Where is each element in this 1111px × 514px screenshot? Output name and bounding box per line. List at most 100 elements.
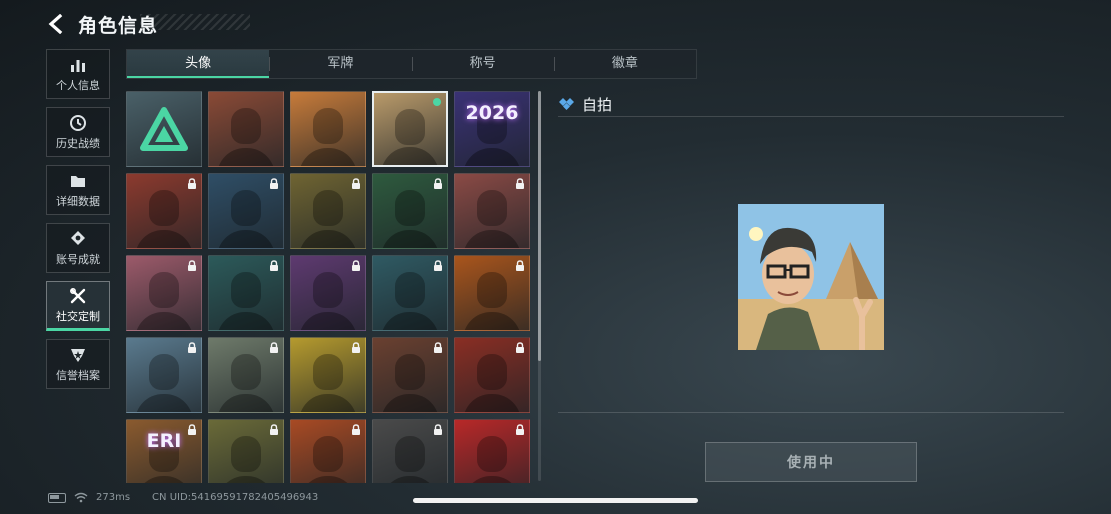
- portrait-head: [477, 190, 507, 226]
- back-arrow-icon[interactable]: [46, 14, 66, 34]
- portrait-body: [381, 312, 439, 330]
- sidebar-item-personal-info[interactable]: 个人信息: [46, 49, 110, 99]
- portrait-body: [217, 394, 275, 412]
- uid-text: CN UID:54169591782405496943: [152, 492, 319, 503]
- portrait-body: [299, 394, 357, 412]
- avatar-tile-soldiers-bw[interactable]: [372, 419, 448, 483]
- avatar-tile-landscape-heli[interactable]: [208, 337, 284, 413]
- portrait-head: [231, 108, 261, 144]
- tools-icon: [70, 287, 86, 303]
- tab-badge[interactable]: 徽章: [553, 50, 696, 78]
- portrait-body: [299, 230, 357, 248]
- sidebar-item-label: 账号成就: [56, 252, 100, 266]
- avatar-tile-operator-blue[interactable]: [208, 173, 284, 249]
- divider: [558, 412, 1064, 413]
- avatar-tile-operator-mask-teal[interactable]: [372, 255, 448, 331]
- page-title: 角色信息: [78, 14, 159, 37]
- portrait-head: [313, 354, 343, 390]
- portrait-body: [463, 312, 521, 330]
- portrait-body: [217, 230, 275, 248]
- lock-icon: [188, 424, 196, 435]
- lock-icon: [434, 424, 442, 435]
- portrait-head: [395, 190, 425, 226]
- home-indicator[interactable]: [413, 498, 698, 503]
- detail-title: 自拍: [582, 95, 613, 114]
- avatar-tile-operator-redhair[interactable]: [454, 337, 530, 413]
- clock-icon: [70, 114, 86, 131]
- shield-icon: [71, 348, 85, 362]
- portrait-head: [231, 190, 261, 226]
- portrait-head: [477, 272, 507, 308]
- avatar-tile-masked-reader[interactable]: [208, 91, 284, 167]
- avatar-tile-operator-purple[interactable]: [290, 255, 366, 331]
- sidebar-item-achievements[interactable]: 账号成就: [46, 223, 110, 273]
- lock-icon: [188, 260, 196, 271]
- tab-dog-tag[interactable]: 军牌: [269, 50, 411, 78]
- category-tabs: 头像 军牌 称号 徽章: [126, 49, 697, 79]
- avatar-tile-operator-orange[interactable]: [454, 255, 530, 331]
- portrait-body: [217, 476, 275, 483]
- avatar-tile-operator-olive[interactable]: [290, 173, 366, 249]
- scrollbar-thumb[interactable]: [538, 91, 541, 361]
- avatar-tile-default-logo[interactable]: [126, 91, 202, 167]
- portrait-body: [217, 148, 275, 166]
- portrait-head: [395, 354, 425, 390]
- lock-icon: [434, 178, 442, 189]
- lock-icon: [434, 260, 442, 271]
- tab-title[interactable]: 称号: [411, 50, 554, 78]
- folder-icon: [71, 175, 85, 187]
- avatar-tile-tent-emblem[interactable]: [372, 337, 448, 413]
- sidebar-item-detailed-data[interactable]: 详细数据: [46, 165, 110, 215]
- lock-icon: [352, 260, 360, 271]
- sidebar-item-match-history[interactable]: 历史战绩: [46, 107, 110, 157]
- lock-icon: [516, 342, 524, 353]
- avatar-grid: 2026 ERI: [126, 91, 534, 483]
- avatar-tile-selfie-pyramid[interactable]: [372, 91, 448, 167]
- avatar-tile-monkey-reader[interactable]: [290, 91, 366, 167]
- avatar-tile-fireworks-2026[interactable]: 2026: [454, 91, 530, 167]
- portrait-body: [299, 148, 357, 166]
- portrait-body: [381, 230, 439, 248]
- portrait-body: [135, 476, 193, 483]
- portrait-head: [231, 436, 261, 472]
- avatar-tile-red-shield[interactable]: [454, 419, 530, 483]
- portrait-body: [135, 394, 193, 412]
- grid-scrollbar[interactable]: [538, 91, 541, 481]
- lock-icon: [270, 260, 278, 271]
- sidebar-item-label: 详细数据: [56, 194, 100, 208]
- avatar-tile-eri-emblem[interactable]: ERI: [126, 419, 202, 483]
- portrait-head: [149, 354, 179, 390]
- lock-icon: [188, 178, 196, 189]
- detail-header: 自拍: [558, 92, 1064, 116]
- sidebar-item-label: 个人信息: [56, 78, 100, 92]
- bar-chart-icon: [71, 59, 85, 72]
- portrait-head: [395, 272, 425, 308]
- wifi-icon: [74, 492, 88, 503]
- avatar-tile-operator-red[interactable]: [126, 173, 202, 249]
- avatar-tile-glove-emblem[interactable]: [290, 337, 366, 413]
- use-button[interactable]: 使用中: [705, 442, 917, 482]
- portrait-body: [381, 147, 439, 165]
- tab-avatar[interactable]: 头像: [127, 50, 270, 78]
- portrait-head: [313, 272, 343, 308]
- portrait-head: [313, 108, 343, 144]
- sidebar-item-label: 社交定制: [56, 309, 100, 323]
- avatar-tile-explosion[interactable]: [290, 419, 366, 483]
- ping-value: 273ms: [96, 492, 131, 503]
- lock-icon: [270, 178, 278, 189]
- sidebar-item-reputation[interactable]: 信誉档案: [46, 339, 110, 389]
- avatar-tile-operator-pink[interactable]: [126, 255, 202, 331]
- lock-icon: [516, 178, 524, 189]
- portrait-head: [395, 109, 425, 145]
- sidebar-item-social-customization[interactable]: 社交定制: [46, 281, 110, 331]
- portrait-head: [477, 436, 507, 472]
- avatar-tile-operator-rose[interactable]: [454, 173, 530, 249]
- avatar-tile-star-emblem[interactable]: [126, 337, 202, 413]
- lock-icon: [352, 424, 360, 435]
- portrait-head: [395, 436, 425, 472]
- avatar-tile-operator-green[interactable]: [372, 173, 448, 249]
- in-use-indicator: [433, 98, 441, 106]
- avatar-tile-operator-teal[interactable]: [208, 255, 284, 331]
- avatar-tile-operator-glasses[interactable]: [208, 419, 284, 483]
- sidebar: 个人信息 历史战绩 详细数据 账号成就 社交定制 信誉档案: [46, 49, 112, 397]
